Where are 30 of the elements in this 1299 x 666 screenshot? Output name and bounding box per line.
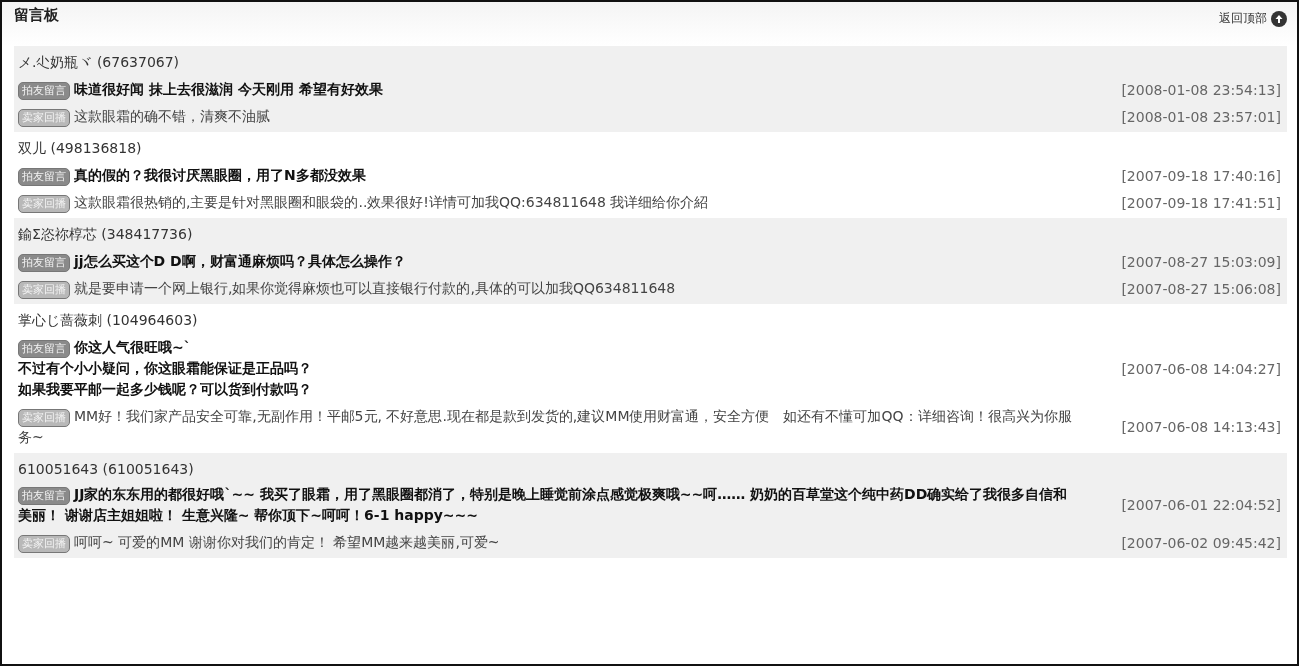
board-title: 留言板 xyxy=(14,6,59,25)
message-text: 不过有个小小疑问，你这眼霜能保证是正品吗？ xyxy=(18,359,312,378)
author-name: 610051643 (610051643) xyxy=(18,460,195,479)
message-text: 拍友留言 真的假的？我很讨厌黑眼圈，用了N多都没效果 xyxy=(18,165,366,186)
message-time: [2007-08-27 15:06:08] xyxy=(1121,280,1282,297)
message-time: [2008-01-08 23:57:01] xyxy=(1121,108,1282,125)
message-time: [2007-06-02 09:45:42] xyxy=(1121,534,1282,551)
author-name: メ.尐奶瓶ヾ (67637067) xyxy=(18,53,181,72)
message-time: [2007-06-01 22:04:52] xyxy=(1121,497,1282,513)
message-time: [2007-09-18 17:40:16] xyxy=(1121,167,1282,184)
buyer-message-badge: 拍友留言 xyxy=(18,487,70,505)
message-text: 拍友留言 味道很好闻 抹上去很滋润 今天刚用 希望有好效果 xyxy=(18,79,383,100)
message-time: [2008-01-08 23:54:13] xyxy=(1121,81,1282,98)
message-time: [2007-06-08 14:13:43] xyxy=(1121,419,1282,435)
message-time: [2007-09-18 17:41:51] xyxy=(1121,194,1282,211)
message-time: [2007-08-27 15:03:09] xyxy=(1121,253,1282,270)
arrow-up-icon xyxy=(1271,10,1287,27)
message-text: 拍友留言 jj怎么买这个D D啊，财富通麻烦吗？具体怎么操作？ xyxy=(18,251,406,272)
buyer-message-badge: 拍友留言 xyxy=(18,168,70,186)
message-text: 拍友留言 JJ家的东东用的都很好哦`~~ 我买了眼霜，用了黑眼圈都消了，特别是晚上睡觉前涂点感觉极爽哦~~呵…… 奶奶的百草堂这个纯中药DD确实给了我很多自信和美丽！ 谢谢店主姐姐啦！ 生意兴隆~ 帮你顶下~呵呵！6-1 happy~~~ xyxy=(18,485,1069,525)
back-to-top-link[interactable]: 返回顶部 xyxy=(1219,6,1287,27)
author-name: 双儿 (498136818) xyxy=(18,139,143,158)
buyer-message-badge: 拍友留言 xyxy=(18,340,70,358)
message-text: 拍友留言 你这人气很旺哦~` xyxy=(18,337,312,358)
message-text: 如果我要平邮一起多少钱呢？可以货到付款吗？ xyxy=(18,380,312,399)
message-time: [2007-06-08 14:04:27] xyxy=(1121,360,1282,377)
author-name: 掌心じ蔷薇刺 (104964603) xyxy=(18,311,199,330)
buyer-message-badge: 拍友留言 xyxy=(18,82,70,100)
buyer-message-badge: 拍友留言 xyxy=(18,254,70,272)
author-name: 鍮Σ恣祢椁芯 (348417736) xyxy=(18,225,194,244)
